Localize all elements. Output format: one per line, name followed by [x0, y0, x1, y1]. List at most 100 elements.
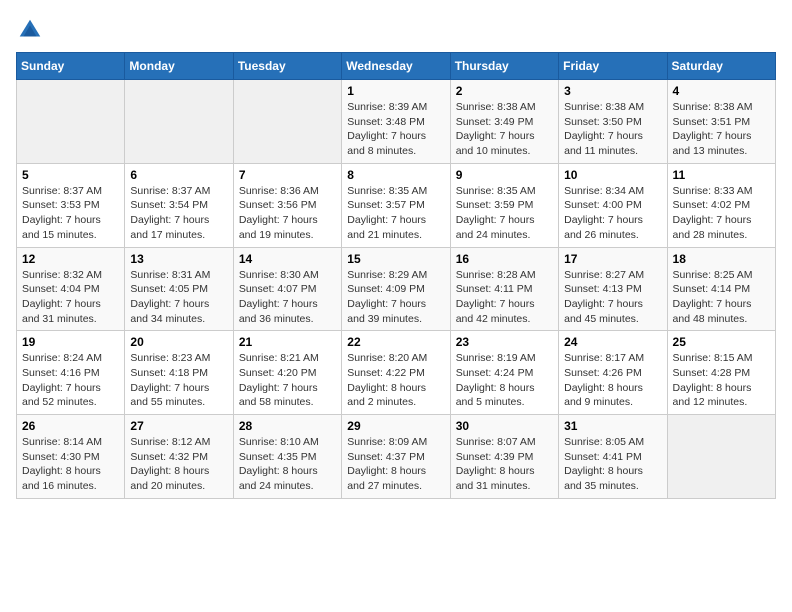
calendar-cell: 6 Sunrise: 8:37 AM Sunset: 3:54 PM Daylig… [125, 163, 233, 247]
calendar-cell: 2Sunrise: 8:38 AM Sunset: 3:49 PM Daylig… [450, 80, 558, 164]
day-info: Sunrise: 8:35 AM Sunset: 3:57 PM Dayligh… [347, 184, 444, 243]
day-info: Sunrise: 8:05 AM Sunset: 4:41 PM Dayligh… [564, 435, 661, 494]
calendar-cell: 9 Sunrise: 8:35 AM Sunset: 3:59 PM Daylig… [450, 163, 558, 247]
weekday-header: Friday [559, 53, 667, 80]
calendar-cell: 1 Sunrise: 8:39 AM Sunset: 3:48 PM Daylig… [342, 80, 450, 164]
day-info: Sunrise: 8:38 AM Sunset: 3:51 PM Dayligh… [673, 100, 770, 159]
day-info: Sunrise: 8:34 AM Sunset: 4:00 PM Dayligh… [564, 184, 661, 243]
calendar-cell: 8 Sunrise: 8:35 AM Sunset: 3:57 PM Daylig… [342, 163, 450, 247]
calendar-week-row: 19Sunrise: 8:24 AM Sunset: 4:16 PM Dayli… [17, 331, 776, 415]
day-info: Sunrise: 8:38 AM Sunset: 3:50 PM Dayligh… [564, 100, 661, 159]
day-info: Sunrise: 8:07 AM Sunset: 4:39 PM Dayligh… [456, 435, 553, 494]
day-info: Sunrise: 8:35 AM Sunset: 3:59 PM Dayligh… [456, 184, 553, 243]
calendar-cell: 4 Sunrise: 8:38 AM Sunset: 3:51 PM Daylig… [667, 80, 775, 164]
logo [16, 16, 48, 44]
day-info: Sunrise: 8:20 AM Sunset: 4:22 PM Dayligh… [347, 351, 444, 410]
day-info: Sunrise: 8:37 AM Sunset: 3:53 PM Dayligh… [22, 184, 119, 243]
day-number: 14 [239, 252, 336, 266]
day-number: 16 [456, 252, 553, 266]
calendar-header-row: SundayMondayTuesdayWednesdayThursdayFrid… [17, 53, 776, 80]
day-number: 1 [347, 84, 444, 98]
day-info: Sunrise: 8:23 AM Sunset: 4:18 PM Dayligh… [130, 351, 227, 410]
calendar-cell: 18 Sunrise: 8:25 AM Sunset: 4:14 PM Dayli… [667, 247, 775, 331]
calendar-cell: 22Sunrise: 8:20 AM Sunset: 4:22 PM Dayli… [342, 331, 450, 415]
day-info: Sunrise: 8:12 AM Sunset: 4:32 PM Dayligh… [130, 435, 227, 494]
calendar-cell: 10 Sunrise: 8:34 AM Sunset: 4:00 PM Dayli… [559, 163, 667, 247]
day-number: 7 [239, 168, 336, 182]
day-number: 13 [130, 252, 227, 266]
day-info: Sunrise: 8:10 AM Sunset: 4:35 PM Dayligh… [239, 435, 336, 494]
day-info: Sunrise: 8:19 AM Sunset: 4:24 PM Dayligh… [456, 351, 553, 410]
calendar-cell: 25 Sunrise: 8:15 AM Sunset: 4:28 PM Dayli… [667, 331, 775, 415]
calendar-cell: 19Sunrise: 8:24 AM Sunset: 4:16 PM Dayli… [17, 331, 125, 415]
calendar-cell [667, 415, 775, 499]
calendar-cell: 21 Sunrise: 8:21 AM Sunset: 4:20 PM Dayli… [233, 331, 341, 415]
calendar-cell: 16 Sunrise: 8:28 AM Sunset: 4:11 PM Dayli… [450, 247, 558, 331]
day-number: 12 [22, 252, 119, 266]
day-number: 9 [456, 168, 553, 182]
weekday-header: Thursday [450, 53, 558, 80]
calendar-cell: 13 Sunrise: 8:31 AM Sunset: 4:05 PM Dayli… [125, 247, 233, 331]
day-number: 25 [673, 335, 770, 349]
day-info: Sunrise: 8:15 AM Sunset: 4:28 PM Dayligh… [673, 351, 770, 410]
day-number: 18 [673, 252, 770, 266]
calendar-cell: 12 Sunrise: 8:32 AM Sunset: 4:04 PM Dayli… [17, 247, 125, 331]
day-info: Sunrise: 8:36 AM Sunset: 3:56 PM Dayligh… [239, 184, 336, 243]
page-header [16, 16, 776, 44]
day-number: 3 [564, 84, 661, 98]
calendar-cell: 11 Sunrise: 8:33 AM Sunset: 4:02 PM Dayli… [667, 163, 775, 247]
weekday-header: Monday [125, 53, 233, 80]
day-info: Sunrise: 8:24 AM Sunset: 4:16 PM Dayligh… [22, 351, 119, 410]
day-number: 5 [22, 168, 119, 182]
calendar-cell: 5 Sunrise: 8:37 AM Sunset: 3:53 PM Daylig… [17, 163, 125, 247]
weekday-header: Saturday [667, 53, 775, 80]
day-number: 10 [564, 168, 661, 182]
day-number: 21 [239, 335, 336, 349]
weekday-header: Wednesday [342, 53, 450, 80]
day-number: 27 [130, 419, 227, 433]
calendar-cell [17, 80, 125, 164]
calendar-cell [233, 80, 341, 164]
day-number: 11 [673, 168, 770, 182]
calendar-cell [125, 80, 233, 164]
day-info: Sunrise: 8:21 AM Sunset: 4:20 PM Dayligh… [239, 351, 336, 410]
day-info: Sunrise: 8:32 AM Sunset: 4:04 PM Dayligh… [22, 268, 119, 327]
weekday-header: Sunday [17, 53, 125, 80]
day-info: Sunrise: 8:28 AM Sunset: 4:11 PM Dayligh… [456, 268, 553, 327]
day-info: Sunrise: 8:25 AM Sunset: 4:14 PM Dayligh… [673, 268, 770, 327]
day-number: 20 [130, 335, 227, 349]
calendar-cell: 27 Sunrise: 8:12 AM Sunset: 4:32 PM Dayli… [125, 415, 233, 499]
day-info: Sunrise: 8:29 AM Sunset: 4:09 PM Dayligh… [347, 268, 444, 327]
day-number: 26 [22, 419, 119, 433]
calendar-cell: 28 Sunrise: 8:10 AM Sunset: 4:35 PM Dayli… [233, 415, 341, 499]
day-number: 2 [456, 84, 553, 98]
calendar-cell: 31 Sunrise: 8:05 AM Sunset: 4:41 PM Dayli… [559, 415, 667, 499]
day-number: 8 [347, 168, 444, 182]
calendar-cell: 24Sunrise: 8:17 AM Sunset: 4:26 PM Dayli… [559, 331, 667, 415]
day-number: 28 [239, 419, 336, 433]
day-info: Sunrise: 8:37 AM Sunset: 3:54 PM Dayligh… [130, 184, 227, 243]
logo-icon [16, 16, 44, 44]
calendar-cell: 7 Sunrise: 8:36 AM Sunset: 3:56 PM Daylig… [233, 163, 341, 247]
day-info: Sunrise: 8:09 AM Sunset: 4:37 PM Dayligh… [347, 435, 444, 494]
calendar-cell: 23Sunrise: 8:19 AM Sunset: 4:24 PM Dayli… [450, 331, 558, 415]
day-number: 29 [347, 419, 444, 433]
day-number: 4 [673, 84, 770, 98]
calendar-week-row: 1 Sunrise: 8:39 AM Sunset: 3:48 PM Daylig… [17, 80, 776, 164]
day-info: Sunrise: 8:31 AM Sunset: 4:05 PM Dayligh… [130, 268, 227, 327]
day-info: Sunrise: 8:39 AM Sunset: 3:48 PM Dayligh… [347, 100, 444, 159]
weekday-header: Tuesday [233, 53, 341, 80]
calendar-week-row: 5 Sunrise: 8:37 AM Sunset: 3:53 PM Daylig… [17, 163, 776, 247]
day-number: 30 [456, 419, 553, 433]
day-info: Sunrise: 8:30 AM Sunset: 4:07 PM Dayligh… [239, 268, 336, 327]
day-number: 31 [564, 419, 661, 433]
calendar-table: SundayMondayTuesdayWednesdayThursdayFrid… [16, 52, 776, 499]
calendar-cell: 30 Sunrise: 8:07 AM Sunset: 4:39 PM Dayli… [450, 415, 558, 499]
day-number: 6 [130, 168, 227, 182]
calendar-cell: 29 Sunrise: 8:09 AM Sunset: 4:37 PM Dayli… [342, 415, 450, 499]
calendar-cell: 20 Sunrise: 8:23 AM Sunset: 4:18 PM Dayli… [125, 331, 233, 415]
day-info: Sunrise: 8:14 AM Sunset: 4:30 PM Dayligh… [22, 435, 119, 494]
day-info: Sunrise: 8:33 AM Sunset: 4:02 PM Dayligh… [673, 184, 770, 243]
calendar-cell: 14 Sunrise: 8:30 AM Sunset: 4:07 PM Dayli… [233, 247, 341, 331]
day-info: Sunrise: 8:17 AM Sunset: 4:26 PM Dayligh… [564, 351, 661, 410]
